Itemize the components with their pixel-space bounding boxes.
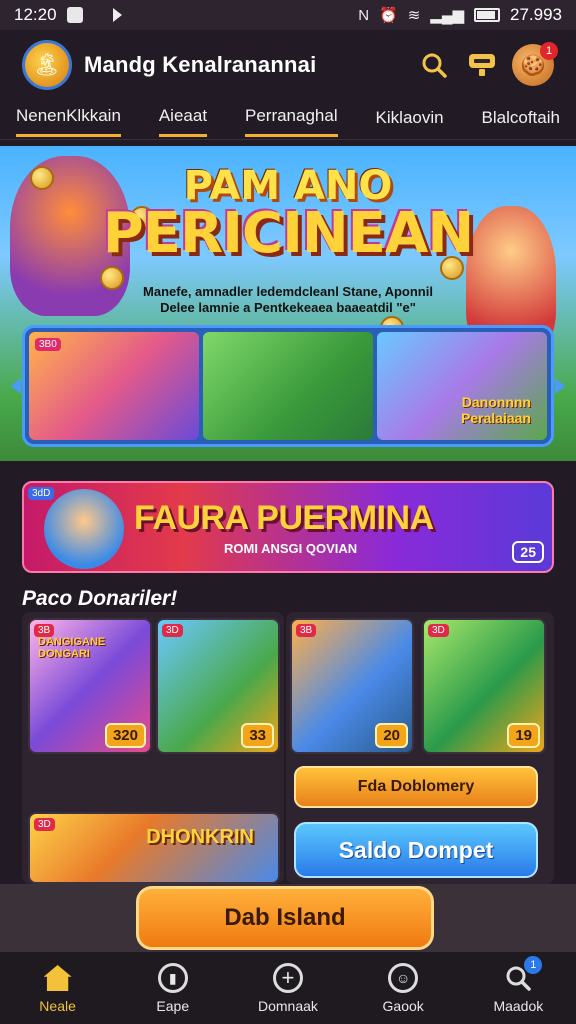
wallet-balance-button[interactable]: Saldo Dompet [294, 822, 538, 878]
carousel-item-label: Danonnnn Peralaiaan [460, 394, 531, 426]
card-tag: 3D [34, 818, 55, 831]
hero-title: PAM ANO PERICINEAN [0, 166, 576, 262]
grid-right-panel: 3B 20 3D 19 Fda Doblomery Saldo Dompet [286, 612, 554, 884]
game-card[interactable]: 3B DANGIGANE DONGARI 320 [28, 618, 152, 754]
home-icon [42, 962, 74, 994]
card-tag: 3B [296, 624, 317, 637]
nav-item-shop[interactable]: ▮ Eape [123, 962, 223, 1014]
tab-0[interactable]: NenenKlkkain [16, 102, 121, 137]
promo-subtitle: ROMI ANSGI QOVIAN [224, 541, 358, 556]
game-card-wide[interactable]: 3D DHONKRIN [28, 812, 280, 884]
carousel-item[interactable]: 3B0 [29, 332, 199, 440]
play-icon [112, 8, 122, 22]
nav-item-search[interactable]: 1 Maadok [468, 956, 568, 1014]
alarm-icon: ⏰ [379, 7, 398, 24]
chat-icon[interactable] [464, 47, 500, 83]
card-price: 33 [241, 723, 274, 748]
carousel-prev-icon[interactable] [11, 378, 21, 394]
nav-item-game[interactable]: ☺ Gaook [353, 962, 453, 1014]
app-root: 12:20 N ⏰ ≋ ▂▄▆ 27.993 🏝 Mandg Kenalrana… [0, 0, 576, 1024]
carousel-badge: 3B0 [35, 338, 61, 351]
status-bar: 12:20 N ⏰ ≋ ▂▄▆ 27.993 [0, 0, 576, 30]
card-title: DHONKRIN [146, 826, 254, 848]
card-price: 20 [375, 723, 408, 748]
game-card[interactable]: 3D 19 [422, 618, 546, 754]
card-title: DANGIGANE DONGARI [38, 636, 106, 661]
category-tabs: NenenKlkkain Aieaat Perranaghal Kiklaovi… [0, 100, 576, 140]
nfc-icon: N [358, 6, 370, 24]
nav-label: Eape [156, 998, 190, 1014]
status-time: 12:20 [14, 5, 57, 24]
app-notification-icon [66, 7, 83, 23]
promo-tag: 3dD [28, 487, 55, 500]
nav-item-add[interactable]: + Domnaak [238, 962, 338, 1014]
nav-item-home[interactable]: Neale [8, 962, 108, 1014]
hero-subtitle-line1: Manefe, amnadler ledemdcleanl Stane, Apo… [143, 284, 433, 299]
nav-label: Gaook [382, 998, 424, 1014]
nav-label: Maadok [493, 998, 544, 1014]
battery-icon [474, 8, 500, 22]
card-price: 320 [104, 723, 146, 748]
signal-icon: ▂▄▆ [430, 7, 464, 24]
section-title: Paco Donariler! [22, 587, 178, 610]
gold-action-button[interactable]: Fda Doblomery [294, 766, 538, 808]
nav-label: Neale [39, 998, 76, 1014]
tab-3[interactable]: Kiklaovin [376, 104, 444, 136]
featured-carousel[interactable]: 3B0 Danonnnn Peralaiaan [11, 325, 565, 447]
promo-title: FAURA PUERMINA [134, 499, 434, 537]
hero-title-line2: PERICINEAN [102, 201, 475, 266]
promo-banner[interactable]: 3dD FAURA PUERMINA ROMI ANSGI QOVIAN 25 [22, 481, 554, 573]
hero-title-line1: PAM ANO [183, 163, 393, 209]
game-card[interactable]: 3D 33 [156, 618, 280, 754]
carousel-item[interactable]: Danonnnn Peralaiaan [377, 332, 547, 440]
card-tag: 3D [428, 624, 449, 637]
avatar[interactable]: 🍪 1 [512, 42, 558, 86]
wifi-icon: ≋ [407, 7, 421, 24]
search-icon[interactable] [416, 47, 452, 83]
card-price: 19 [507, 723, 540, 748]
grid-left-panel: 3B DANGIGANE DONGARI 320 3D 33 3D DHONKR… [22, 612, 284, 884]
hero-banner[interactable]: PAM ANO PERICINEAN Manefe, amnadler lede… [0, 146, 576, 461]
card-tag: 3D [162, 624, 183, 637]
tab-4[interactable]: Blalcoftaih [482, 104, 560, 136]
app-header: 🏝 Mandg Kenalranannai 🍪 1 [0, 30, 576, 100]
shop-icon: ▮ [157, 962, 189, 994]
carousel-next-icon[interactable] [555, 378, 565, 394]
page-title: Mandg Kenalranannai [84, 52, 317, 77]
game-card[interactable]: 3B 20 [290, 618, 414, 754]
tab-1[interactable]: Aieaat [158, 102, 208, 137]
search-icon: 1 [502, 956, 543, 994]
game-icon: ☺ [387, 962, 419, 994]
promo-badge: 25 [512, 541, 544, 563]
nav-badge: 1 [524, 956, 543, 974]
app-logo[interactable]: 🏝 [22, 40, 72, 90]
bottom-nav: Neale ▮ Eape + Domnaak ☺ Gaook 1 Maadok [0, 952, 576, 1024]
promo-character [44, 489, 124, 569]
notification-badge: 1 [540, 42, 558, 60]
plus-circle-icon: + [272, 962, 304, 994]
status-right-text: 27.993 [510, 5, 562, 24]
game-grid: 3B DANGIGANE DONGARI 320 3D 33 3D DHONKR… [22, 612, 554, 884]
primary-cta-button[interactable]: Dab Island [136, 886, 434, 950]
carousel-item[interactable] [203, 332, 373, 440]
hero-subtitle: Manefe, amnadler ledemdcleanl Stane, Apo… [0, 284, 576, 315]
tab-2[interactable]: Perranaghal [244, 102, 338, 137]
nav-label: Domnaak [258, 998, 318, 1014]
hero-subtitle-line2: Delee lamnie a Pentkekeaea baaeatdil "e" [160, 299, 416, 315]
